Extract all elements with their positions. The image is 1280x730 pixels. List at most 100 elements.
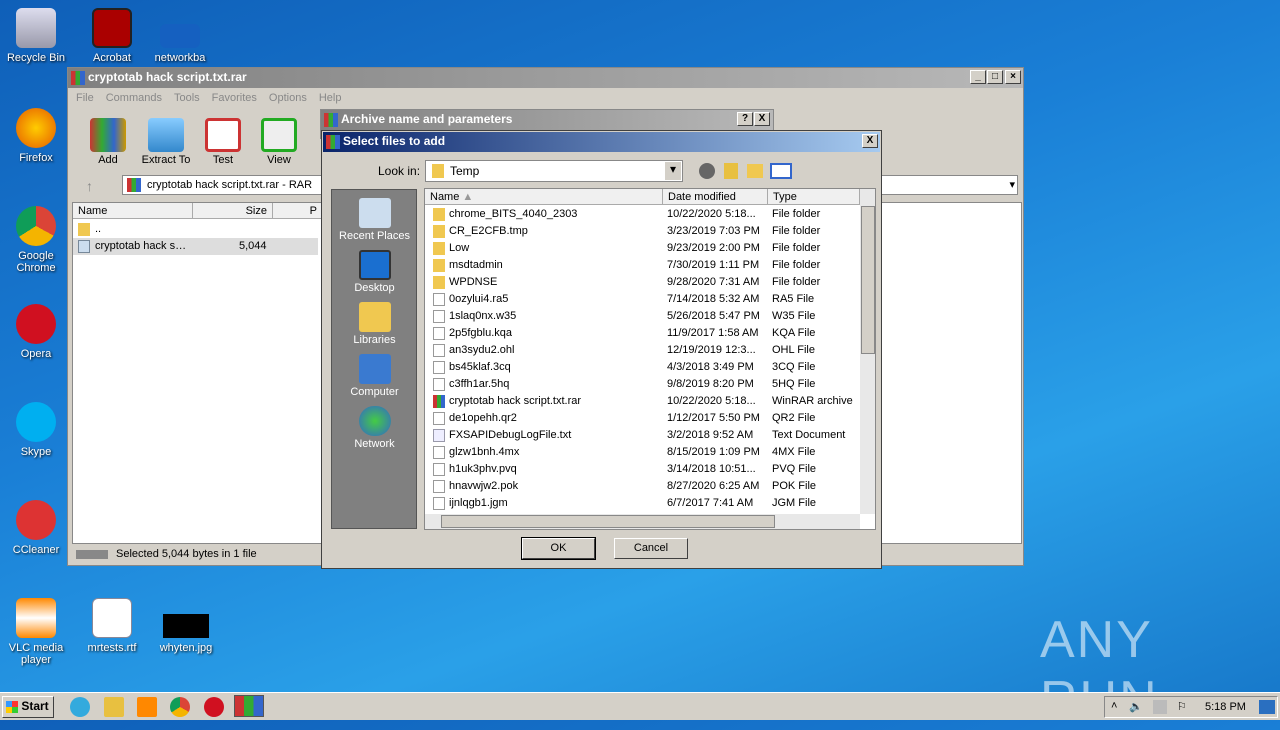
taskbar-media-player-icon[interactable] [137, 697, 157, 717]
desktop-icon-acrobat[interactable]: Acrobat [76, 8, 148, 64]
file-date: 6/7/2017 7:41 AM [667, 497, 754, 509]
test-button[interactable]: Test [193, 118, 253, 166]
list-row-parent[interactable]: .. [73, 221, 318, 238]
cancel-button[interactable]: Cancel [614, 538, 688, 559]
show-desktop-icon[interactable] [1259, 700, 1275, 714]
file-row[interactable]: hnavwjw2.pok 8/27/2020 6:25 AM POK File [425, 478, 860, 495]
minimize-button[interactable]: _ [970, 70, 986, 84]
desktop-icon-opera[interactable]: Opera [0, 304, 72, 360]
title-bar[interactable]: cryptotab hack script.txt.rar _ □ × [68, 68, 1023, 88]
file-row[interactable]: ijnlqgb1.jgm 6/7/2017 7:41 AM JGM File [425, 495, 860, 512]
file-row[interactable]: bs45klaf.3cq 4/3/2018 3:49 PM 3CQ File [425, 359, 860, 376]
file-type: 3CQ File [772, 361, 816, 373]
place-libraries[interactable]: Libraries [332, 302, 417, 346]
up-folder-icon[interactable] [724, 163, 738, 179]
menu-options[interactable]: Options [269, 92, 307, 104]
horizontal-scrollbar[interactable] [425, 514, 860, 529]
menu-favorites[interactable]: Favorites [212, 92, 257, 104]
file-row[interactable]: CR_E2CFB.tmp 3/23/2019 7:03 PM File folder [425, 223, 860, 240]
file-row[interactable]: WPDNSE 9/28/2020 7:31 AM File folder [425, 274, 860, 291]
place-computer[interactable]: Computer [332, 354, 417, 398]
close-button[interactable]: × [1005, 70, 1021, 84]
up-button[interactable]: ↑ [86, 178, 93, 194]
file-name: chrome_BITS_4040_2303 [449, 208, 578, 220]
desktop-icon-whyten[interactable]: whyten.jpg [150, 598, 222, 654]
file-row[interactable]: c3ffh1ar.5hq 9/8/2019 8:20 PM 5HQ File [425, 376, 860, 393]
scrollbar-thumb[interactable] [861, 206, 875, 354]
scrollbar-thumb[interactable] [441, 515, 775, 528]
column-size[interactable]: Size [193, 203, 273, 219]
desktop-icon-mrtests[interactable]: mrtests.rtf [76, 598, 148, 654]
file-date: 11/9/2017 1:58 AM [667, 327, 759, 339]
back-icon[interactable] [699, 163, 715, 179]
extract-to-button[interactable]: Extract To [136, 118, 196, 166]
file-row[interactable]: 0ozylui4.ra5 7/14/2018 5:32 AM RA5 File [425, 291, 860, 308]
help-button[interactable]: ? [737, 112, 753, 126]
desktop-icon-firefox[interactable]: Firefox [0, 108, 72, 164]
clock[interactable]: 5:18 PM [1205, 701, 1246, 713]
file-row[interactable]: de1opehh.qr2 1/12/2017 5:50 PM QR2 File [425, 410, 860, 427]
place-recent[interactable]: Recent Places [332, 198, 417, 242]
taskbar-explorer-icon[interactable] [104, 697, 124, 717]
file-row[interactable]: cryptotab hack script.txt.rar 10/22/2020 … [425, 393, 860, 410]
desktop-icon-ccleaner[interactable]: CCleaner [0, 500, 72, 556]
desktop-icon-chrome[interactable]: Google Chrome [0, 206, 72, 274]
file-row[interactable]: Low 9/23/2019 2:00 PM File folder [425, 240, 860, 257]
close-button[interactable]: X [862, 134, 878, 148]
file-row[interactable]: glzw1bnh.4mx 8/15/2019 1:09 PM 4MX File [425, 444, 860, 461]
list-row-file[interactable]: cryptotab hack s… 5,044 [73, 238, 318, 255]
taskbar-winrar-icon[interactable] [234, 695, 264, 717]
column-name[interactable]: Name [73, 203, 193, 219]
file-row[interactable]: 2p5fgblu.kqa 11/9/2017 1:58 AM KQA File [425, 325, 860, 342]
file-row[interactable]: 1slaq0nx.w35 5/26/2018 5:47 PM W35 File [425, 308, 860, 325]
desktop-icon-vlc[interactable]: VLC media player [0, 598, 72, 666]
look-in-select[interactable]: Temp ▾ [425, 160, 683, 182]
taskbar-chrome-icon[interactable] [170, 697, 190, 717]
place-network[interactable]: Network [332, 406, 417, 450]
menu-tools[interactable]: Tools [174, 92, 200, 104]
column-date-modified[interactable]: Date modified [663, 189, 768, 205]
taskbar-ie-icon[interactable] [70, 697, 90, 717]
view-button[interactable]: View [249, 118, 309, 166]
dropdown-arrow-icon[interactable]: ▾ [665, 162, 681, 180]
menu-file[interactable]: File [76, 92, 94, 104]
taskbar-opera-icon[interactable] [204, 697, 224, 717]
column-type[interactable]: Type [768, 189, 860, 205]
file-date: 9/8/2019 8:20 PM [667, 378, 754, 390]
vertical-scrollbar[interactable] [860, 189, 875, 514]
file-type: POK File [772, 480, 817, 492]
network-warning-icon[interactable] [1153, 700, 1167, 714]
file-type: W35 File [772, 310, 816, 322]
file-name: 0ozylui4.ra5 [449, 293, 509, 305]
dropdown-arrow-icon[interactable]: ▾ [1009, 178, 1015, 191]
close-button[interactable]: X [754, 112, 770, 126]
desktop-icon-skype[interactable]: Skype [0, 402, 72, 458]
new-folder-icon[interactable] [747, 164, 763, 178]
desktop-icon-networkba[interactable]: networkba [144, 8, 216, 64]
add-button[interactable]: Add [78, 118, 138, 166]
place-desktop[interactable]: Desktop [332, 250, 417, 294]
menu-help[interactable]: Help [319, 92, 342, 104]
file-row[interactable]: msdtadmin 7/30/2019 1:11 PM File folder [425, 257, 860, 274]
start-button[interactable]: Start [2, 696, 54, 718]
file-type: 5HQ File [772, 378, 816, 390]
file-row[interactable]: an3sydu2.ohl 12/19/2019 12:3... OHL File [425, 342, 860, 359]
column-packed[interactable]: P [273, 203, 323, 219]
title-bar[interactable]: Select files to add X [323, 132, 880, 152]
desktop-icon [358, 250, 391, 280]
view-menu-icon[interactable] [770, 163, 792, 179]
show-hidden-icons[interactable]: ˄ [1111, 700, 1117, 712]
maximize-button[interactable]: □ [987, 70, 1003, 84]
file-row[interactable]: chrome_BITS_4040_2303 10/22/2020 5:18... F… [425, 206, 860, 223]
file-row[interactable]: FXSAPIDebugLogFile.txt 3/2/2018 9:52 AM Te… [425, 427, 860, 444]
desktop-icon-recycle-bin[interactable]: Recycle Bin [0, 8, 72, 64]
file-date: 10/22/2020 5:18... [667, 208, 756, 220]
column-name[interactable]: Name ▲ [425, 189, 663, 205]
menu-commands[interactable]: Commands [106, 92, 162, 104]
ok-button[interactable]: OK [521, 537, 596, 560]
action-center-flag-icon[interactable]: ⚐ [1177, 700, 1187, 713]
volume-icon[interactable]: 🔈 [1129, 700, 1143, 713]
title-bar[interactable]: Archive name and parameters ? X [321, 110, 773, 130]
text-file-icon [78, 240, 90, 253]
file-row[interactable]: h1uk3phv.pvq 3/14/2018 10:51... PVQ File [425, 461, 860, 478]
